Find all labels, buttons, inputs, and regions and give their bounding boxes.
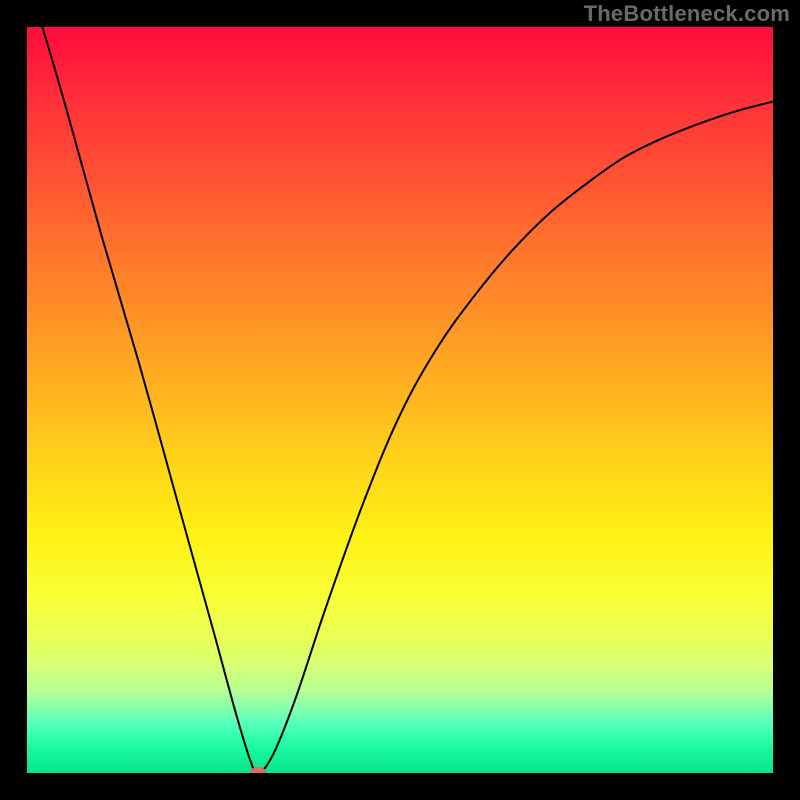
bottleneck-curve-path <box>27 27 773 773</box>
curve-layer <box>27 27 773 773</box>
minimum-marker <box>250 767 266 773</box>
watermark-text: TheBottleneck.com <box>584 1 790 27</box>
chart-frame: TheBottleneck.com <box>0 0 800 800</box>
plot-area <box>27 27 773 773</box>
